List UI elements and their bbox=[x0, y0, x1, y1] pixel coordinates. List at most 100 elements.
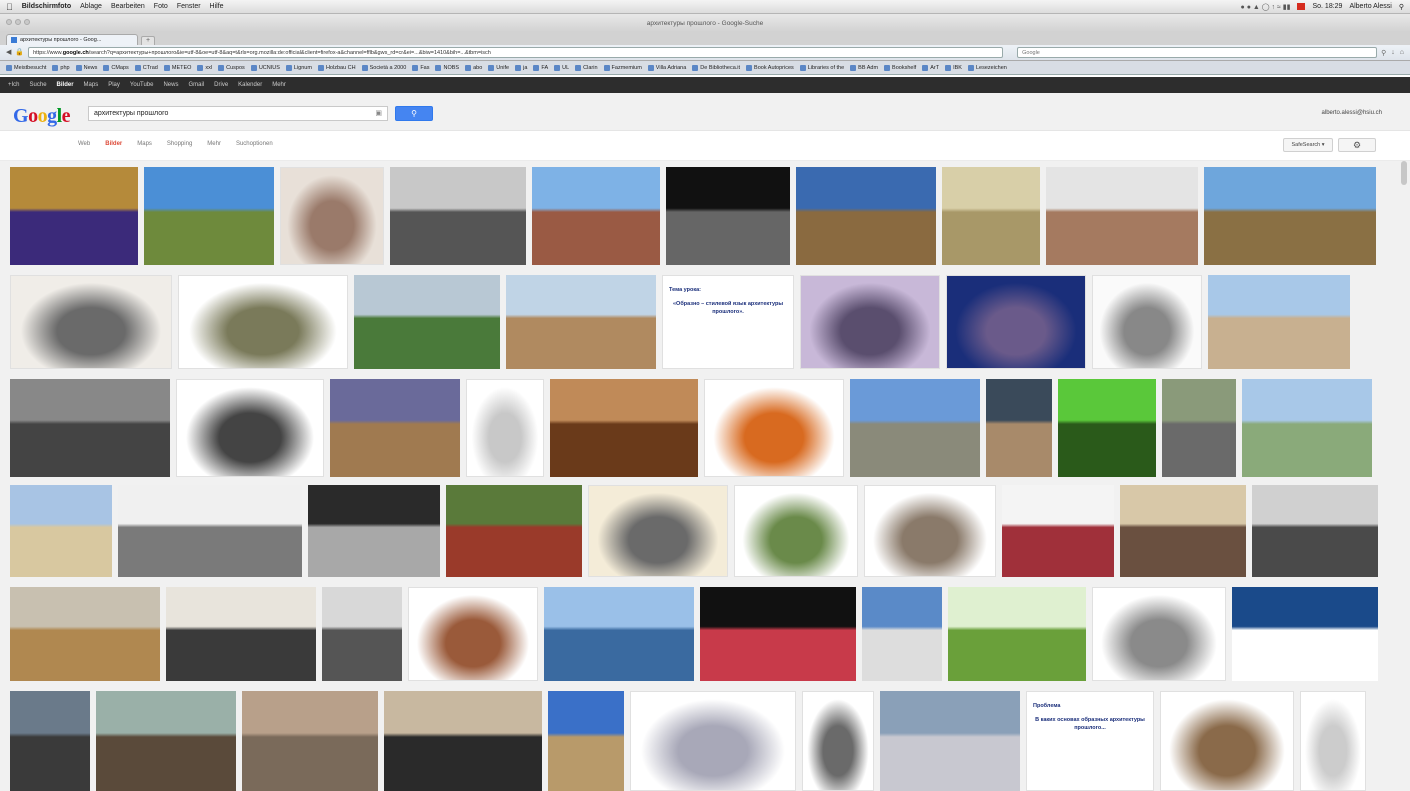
settings-gear-button[interactable]: ⚙ bbox=[1338, 138, 1376, 152]
image-thumbnail[interactable] bbox=[704, 379, 844, 477]
image-thumbnail[interactable] bbox=[10, 167, 138, 265]
bookmark-item[interactable]: ArT bbox=[922, 64, 939, 71]
image-thumbnail[interactable] bbox=[308, 485, 440, 577]
safesearch-button[interactable]: SafeSearch ▾ bbox=[1283, 138, 1333, 152]
image-thumbnail[interactable]: Проблема В каких основах образных архитек… bbox=[1026, 691, 1154, 791]
image-thumbnail[interactable] bbox=[1204, 167, 1376, 265]
image-thumbnail[interactable] bbox=[384, 691, 542, 791]
gbar-item[interactable]: Gmail bbox=[188, 82, 204, 88]
image-thumbnail[interactable] bbox=[354, 275, 500, 369]
bookmark-item[interactable]: Book Autoprices bbox=[746, 64, 794, 71]
image-thumbnail[interactable] bbox=[242, 691, 378, 791]
image-thumbnail[interactable] bbox=[942, 167, 1040, 265]
image-thumbnail[interactable] bbox=[880, 691, 1020, 791]
image-thumbnail[interactable] bbox=[178, 275, 348, 369]
gbar-item[interactable]: Mehr bbox=[272, 82, 286, 88]
gbar-item[interactable]: YouTube bbox=[130, 82, 154, 88]
subnav-link[interactable]: Maps bbox=[137, 141, 152, 147]
gbar-item[interactable]: News bbox=[163, 82, 178, 88]
user-name[interactable]: Alberto Alessi bbox=[1349, 3, 1391, 10]
google-logo[interactable]: Google bbox=[13, 105, 71, 128]
flag-icon[interactable] bbox=[1297, 3, 1306, 10]
bookmark-item[interactable]: Holzbau CH bbox=[317, 64, 356, 71]
menu-foto[interactable]: Foto bbox=[154, 3, 168, 10]
bookmark-item[interactable]: CTrad bbox=[134, 64, 158, 71]
bookmark-item[interactable]: CMaps bbox=[103, 64, 129, 71]
image-thumbnail[interactable] bbox=[630, 691, 796, 791]
image-thumbnail[interactable] bbox=[864, 485, 996, 577]
image-thumbnail[interactable] bbox=[1208, 275, 1350, 369]
search-input[interactable]: архитектуры прошлого ▣ bbox=[88, 106, 388, 121]
search-button[interactable]: ⚲ bbox=[395, 106, 433, 121]
image-thumbnail[interactable] bbox=[1242, 379, 1372, 477]
image-thumbnail[interactable] bbox=[1002, 485, 1114, 577]
subnav-link[interactable]: Shopping bbox=[167, 141, 192, 147]
gbar-item[interactable]: Suche bbox=[30, 82, 47, 88]
image-thumbnail[interactable] bbox=[280, 167, 384, 265]
browser-search-field[interactable]: Google bbox=[1017, 47, 1378, 58]
bookmark-item[interactable]: Villa Adriana bbox=[647, 64, 686, 71]
bookmark-item[interactable]: METEO bbox=[163, 64, 191, 71]
image-thumbnail[interactable] bbox=[796, 167, 936, 265]
image-thumbnail[interactable] bbox=[1162, 379, 1236, 477]
menu-hilfe[interactable]: Hilfe bbox=[210, 3, 224, 10]
image-thumbnail[interactable] bbox=[986, 379, 1052, 477]
image-thumbnail[interactable] bbox=[466, 379, 544, 477]
bookmark-item[interactable]: xxl bbox=[197, 64, 212, 71]
image-thumbnail[interactable] bbox=[1252, 485, 1378, 577]
image-thumbnail[interactable] bbox=[1120, 485, 1246, 577]
scrollbar[interactable] bbox=[1401, 161, 1407, 185]
image-thumbnail[interactable] bbox=[1092, 587, 1226, 681]
window-controls[interactable] bbox=[6, 19, 30, 25]
tab-google-images[interactable]: архитектуры прошлого - Goog... bbox=[6, 34, 138, 45]
image-thumbnail[interactable] bbox=[144, 167, 274, 265]
subnav-link[interactable]: Suchoptionen bbox=[236, 141, 273, 147]
image-thumbnail[interactable] bbox=[166, 587, 316, 681]
image-thumbnail[interactable] bbox=[390, 167, 526, 265]
image-thumbnail[interactable] bbox=[532, 167, 660, 265]
menu-bearbeiten[interactable]: Bearbeiten bbox=[111, 3, 145, 10]
bookmark-item[interactable]: De Bibliotheca.it bbox=[692, 64, 740, 71]
status-icons[interactable]: ● ● ▲ ◯ ↑ ≈ ▮▮ bbox=[1241, 3, 1291, 11]
image-thumbnail[interactable] bbox=[1058, 379, 1156, 477]
image-thumbnail[interactable] bbox=[544, 587, 694, 681]
image-thumbnail[interactable] bbox=[1092, 275, 1202, 369]
bookmark-item[interactable]: IBK bbox=[945, 64, 962, 71]
url-bar[interactable]: https://www.google.ch/search?q=архитекту… bbox=[28, 47, 1004, 58]
bookmark-item[interactable]: ja bbox=[515, 64, 527, 71]
image-thumbnail[interactable] bbox=[946, 275, 1086, 369]
bookmark-item[interactable]: Fazmemium bbox=[603, 64, 642, 71]
image-thumbnail[interactable] bbox=[1046, 167, 1198, 265]
bookmark-item[interactable]: Lignum bbox=[285, 64, 312, 71]
spotlight-icon[interactable]: ⚲ bbox=[1399, 3, 1404, 11]
bookmark-item[interactable]: Meistbesucht bbox=[6, 64, 46, 71]
subnav-link[interactable]: Mehr bbox=[207, 141, 221, 147]
bookmark-item[interactable]: BB Adm bbox=[850, 64, 878, 71]
gbar-item[interactable]: Maps bbox=[84, 82, 99, 88]
gbar-item[interactable]: Drive bbox=[214, 82, 228, 88]
new-tab-button[interactable]: + bbox=[141, 36, 155, 45]
image-thumbnail[interactable] bbox=[330, 379, 460, 477]
bookmark-item[interactable]: Unife bbox=[488, 64, 509, 71]
bookmark-item[interactable]: Cuspos bbox=[218, 64, 245, 71]
apple-icon[interactable]:  bbox=[6, 2, 13, 12]
account-email[interactable]: alberto.alessi@hsiu.ch bbox=[1322, 110, 1382, 116]
image-thumbnail[interactable] bbox=[176, 379, 324, 477]
gbar-item[interactable]: +Ich bbox=[8, 82, 20, 88]
menu-fenster[interactable]: Fenster bbox=[177, 3, 201, 10]
home-icon[interactable]: ⌂ bbox=[1400, 49, 1404, 57]
image-thumbnail[interactable] bbox=[118, 485, 302, 577]
image-thumbnail[interactable] bbox=[96, 691, 236, 791]
camera-icon[interactable]: ▣ bbox=[375, 107, 382, 121]
bookmark-item[interactable]: NOBS bbox=[435, 64, 459, 71]
image-thumbnail[interactable] bbox=[700, 587, 856, 681]
image-thumbnail[interactable] bbox=[10, 485, 112, 577]
image-thumbnail[interactable] bbox=[666, 167, 790, 265]
menu-ablage[interactable]: Ablage bbox=[80, 3, 102, 10]
image-thumbnail[interactable] bbox=[1300, 691, 1366, 791]
gbar-item[interactable]: Bilder bbox=[57, 82, 74, 88]
bookmark-item[interactable]: Clarin bbox=[575, 64, 598, 71]
bookmark-item[interactable]: php bbox=[52, 64, 70, 71]
search-icon[interactable]: ⚲ bbox=[1381, 49, 1386, 57]
download-icon[interactable]: ↓ bbox=[1391, 49, 1395, 57]
